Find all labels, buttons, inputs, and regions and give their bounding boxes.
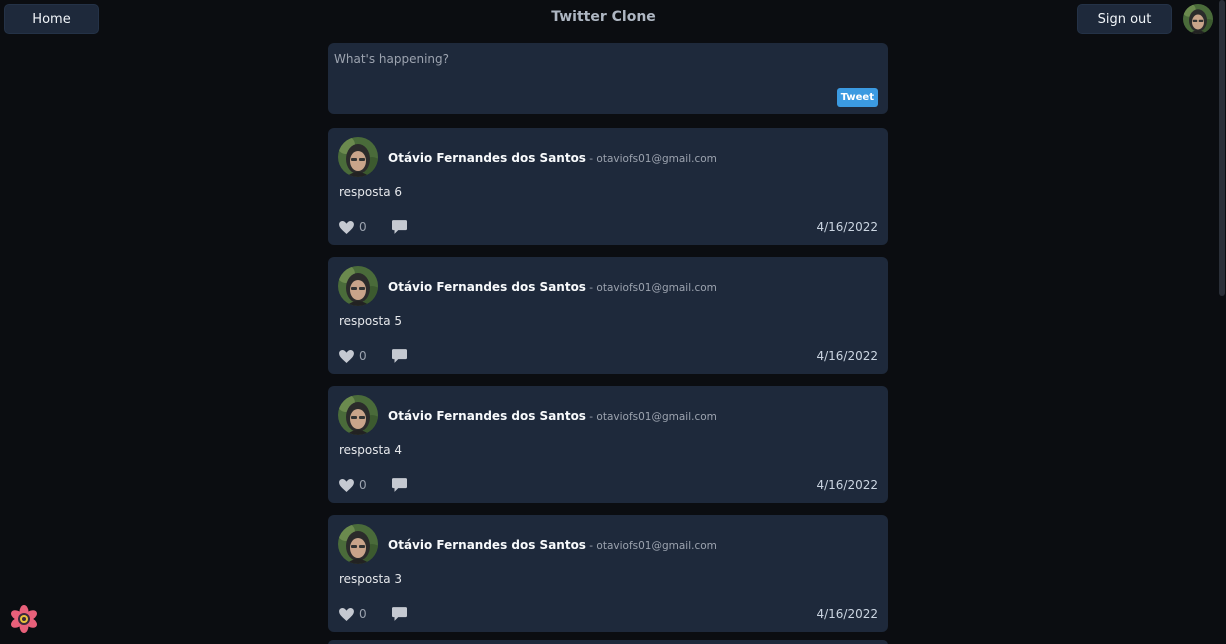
post-date: 4/16/2022 (816, 478, 878, 492)
author-name[interactable]: Otávio Fernandes dos Santos (388, 409, 586, 423)
react-logo-icon (11, 605, 37, 633)
post-actions: 0 (339, 478, 407, 492)
post-avatar[interactable] (338, 524, 378, 564)
comment-button[interactable] (391, 478, 407, 492)
post-card: Otávio Fernandes dos Santos - otaviofs01… (328, 515, 888, 632)
post-date: 4/16/2022 (816, 349, 878, 363)
post-content: resposta 4 (339, 443, 403, 457)
post-card: Otávio Fernandes dos Santos - otaviofs01… (328, 128, 888, 245)
author-email: otaviofs01@gmail.com (596, 540, 717, 552)
heart-icon (339, 349, 354, 363)
author-name[interactable]: Otávio Fernandes dos Santos (388, 280, 586, 294)
comment-icon (391, 478, 407, 492)
comment-icon (391, 349, 407, 363)
like-button[interactable]: 0 (339, 607, 367, 621)
like-count: 0 (359, 478, 367, 492)
post-avatar[interactable] (338, 266, 378, 306)
post-card: Otávio Fernandes dos Santos - otaviofs01… (328, 257, 888, 374)
react-devtools-icon[interactable] (8, 603, 40, 635)
avatar-image (338, 395, 378, 435)
like-count: 0 (359, 220, 367, 234)
comment-button[interactable] (391, 607, 407, 621)
comment-button[interactable] (391, 349, 407, 363)
post-avatar[interactable] (338, 395, 378, 435)
post-content: resposta 3 (339, 572, 403, 586)
post-header: Otávio Fernandes dos Santos - otaviofs01… (388, 151, 717, 165)
comment-button[interactable] (391, 220, 407, 234)
sign-out-button-label: Sign out (1097, 11, 1152, 27)
post-header: Otávio Fernandes dos Santos - otaviofs01… (388, 538, 717, 552)
heart-icon (339, 478, 354, 492)
post-header: Otávio Fernandes dos Santos - otaviofs01… (388, 409, 717, 423)
like-button[interactable]: 0 (339, 478, 367, 492)
heart-icon (339, 607, 354, 621)
user-avatar[interactable] (1183, 4, 1213, 34)
author-separator: - (585, 411, 597, 423)
feed: Otávio Fernandes dos Santos - otaviofs01… (328, 128, 888, 644)
post-actions: 0 (339, 220, 407, 234)
avatar-image (1183, 4, 1213, 34)
author-separator: - (585, 540, 597, 552)
post-content: resposta 6 (339, 185, 403, 199)
author-email: otaviofs01@gmail.com (596, 153, 717, 165)
scrollbar-thumb[interactable] (1219, 0, 1225, 296)
post-actions: 0 (339, 607, 407, 621)
heart-icon (339, 220, 354, 234)
author-separator: - (585, 282, 597, 294)
app-title: Twitter Clone (551, 9, 656, 25)
tweet-button-label: Tweet (840, 92, 874, 103)
sign-out-button[interactable]: Sign out (1077, 4, 1172, 34)
avatar-image (338, 266, 378, 306)
comment-icon (391, 220, 407, 234)
like-count: 0 (359, 349, 367, 363)
avatar-image (338, 137, 378, 177)
author-separator: - (585, 153, 597, 165)
tweet-input[interactable] (334, 49, 874, 69)
like-button[interactable]: 0 (339, 349, 367, 363)
author-name[interactable]: Otávio Fernandes dos Santos (388, 538, 586, 552)
tweet-composer: Tweet (328, 43, 888, 114)
avatar-image (338, 524, 378, 564)
author-email: otaviofs01@gmail.com (596, 411, 717, 423)
post-actions: 0 (339, 349, 407, 363)
page: Home Twitter Clone Sign out Tweet (0, 0, 1226, 644)
author-name[interactable]: Otávio Fernandes dos Santos (388, 151, 586, 165)
like-count: 0 (359, 607, 367, 621)
post-avatar[interactable] (338, 137, 378, 177)
comment-icon (391, 607, 407, 621)
post-date: 4/16/2022 (816, 607, 878, 621)
post-date: 4/16/2022 (816, 220, 878, 234)
post-content: resposta 5 (339, 314, 403, 328)
post-card: Otávio Fernandes dos Santos - otaviofs01… (328, 386, 888, 503)
like-button[interactable]: 0 (339, 220, 367, 234)
post-card-partial (328, 640, 888, 644)
author-email: otaviofs01@gmail.com (596, 282, 717, 294)
tweet-button[interactable]: Tweet (836, 88, 878, 107)
post-header: Otávio Fernandes dos Santos - otaviofs01… (388, 280, 717, 294)
